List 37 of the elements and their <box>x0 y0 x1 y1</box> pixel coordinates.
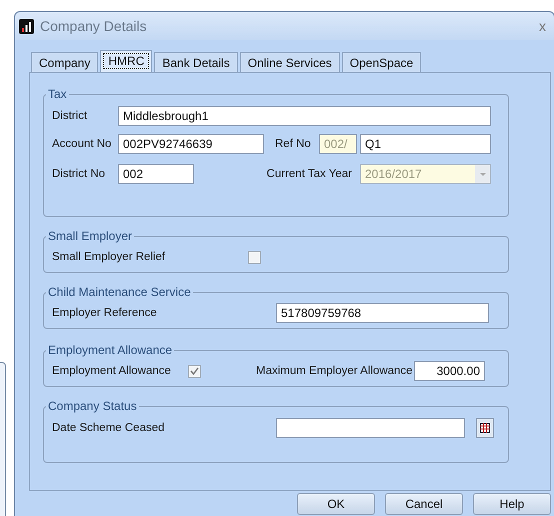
field-label: District No <box>52 168 106 180</box>
bar-chart-icon <box>19 18 34 34</box>
input-field[interactable]: 517809759768 <box>276 303 489 323</box>
field-label: Maximum Employer Allowance <box>256 365 414 377</box>
input-field[interactable]: 002 <box>118 164 194 184</box>
group-title: Small Employer <box>47 229 134 243</box>
window-title: Company Details <box>40 18 148 34</box>
field-label: Small Employer Relief <box>52 251 166 263</box>
field-label: Current Tax Year <box>266 168 353 180</box>
field-label: District <box>52 110 88 122</box>
group-title: Company Status <box>47 399 138 413</box>
checkbox[interactable] <box>188 364 201 378</box>
tab[interactable]: HMRC <box>100 50 152 72</box>
field-label: Employer Reference <box>52 307 158 319</box>
field-label: Ref No <box>275 138 312 150</box>
caret-icon <box>480 172 486 176</box>
calendar-icon <box>480 423 490 433</box>
group-title: Tax <box>47 87 68 101</box>
date-field[interactable] <box>276 418 465 438</box>
group-title: Child Maintenance Service <box>47 285 192 299</box>
field-label: Date Scheme Ceased <box>52 422 166 434</box>
field-label: Account No <box>52 138 112 150</box>
input-field[interactable]: Middlesbrough1 <box>118 106 491 126</box>
calendar-button[interactable] <box>476 418 494 438</box>
input-field[interactable]: 002PV92746639 <box>118 134 264 154</box>
group-title: Employment Allowance <box>47 343 174 357</box>
dialog-button[interactable]: OK <box>297 493 375 515</box>
field-label: Employment Allowance <box>52 365 172 377</box>
input-field[interactable]: Q1 <box>360 134 491 154</box>
checkbox[interactable] <box>248 250 261 264</box>
dialog-button[interactable]: Cancel <box>385 493 463 515</box>
dialog-button[interactable]: Help <box>473 493 551 515</box>
tab[interactable]: OpenSpace <box>342 52 422 72</box>
input-field[interactable]: 3000.00 <box>414 361 485 381</box>
tab[interactable]: Online Services <box>240 52 340 72</box>
tab[interactable]: Bank Details <box>154 52 238 72</box>
tab[interactable]: Company <box>31 52 98 72</box>
